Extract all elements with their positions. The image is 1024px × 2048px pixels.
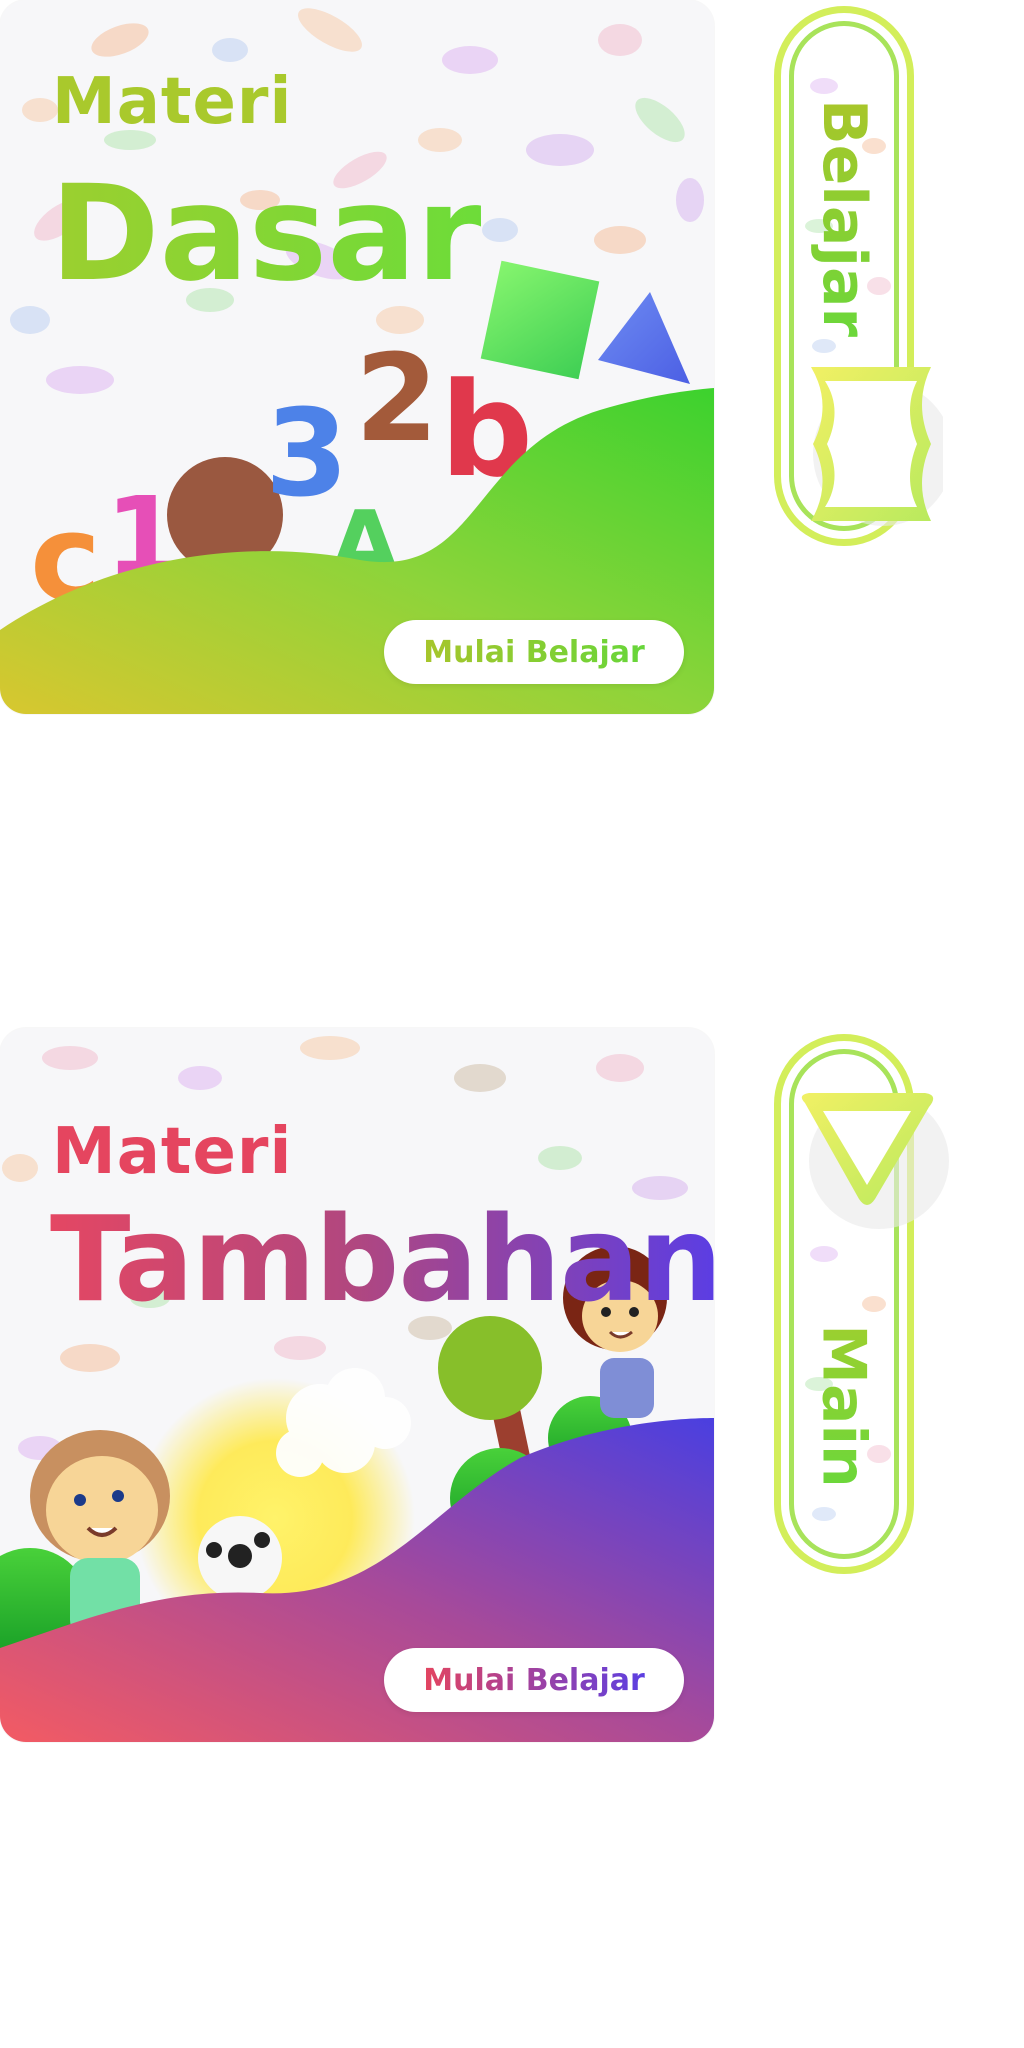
toggle-label: Belajar bbox=[809, 98, 879, 338]
mulai-belajar-label: Mulai Belajar bbox=[423, 634, 645, 670]
triangle-shape bbox=[598, 292, 690, 384]
card-materi-dasar[interactable]: c 1 3 A 2 b Materi Dasar Mulai Belajar bbox=[0, 0, 714, 714]
mulai-belajar-button[interactable]: Mulai Belajar bbox=[384, 620, 684, 684]
mulai-belajar-label: Mulai Belajar bbox=[423, 1662, 645, 1698]
card-title: Dasar bbox=[50, 157, 482, 311]
card-subtitle: Materi bbox=[52, 65, 293, 139]
toggle-label: Main bbox=[809, 1324, 880, 1488]
card-title: Tambahan bbox=[50, 1200, 714, 1318]
mulai-belajar-button[interactable]: Mulai Belajar bbox=[384, 1648, 684, 1712]
card-subtitle: Materi bbox=[52, 1115, 293, 1189]
open-book-icon bbox=[811, 367, 943, 526]
toggle-belajar[interactable]: Belajar bbox=[774, 6, 943, 546]
svg-text:2: 2 bbox=[355, 330, 439, 469]
toggle-main[interactable]: Main bbox=[774, 1034, 949, 1574]
play-icon bbox=[801, 1093, 949, 1229]
card-materi-tambahan[interactable]: Materi Tambahan Mulai Belajar bbox=[0, 1028, 714, 1742]
